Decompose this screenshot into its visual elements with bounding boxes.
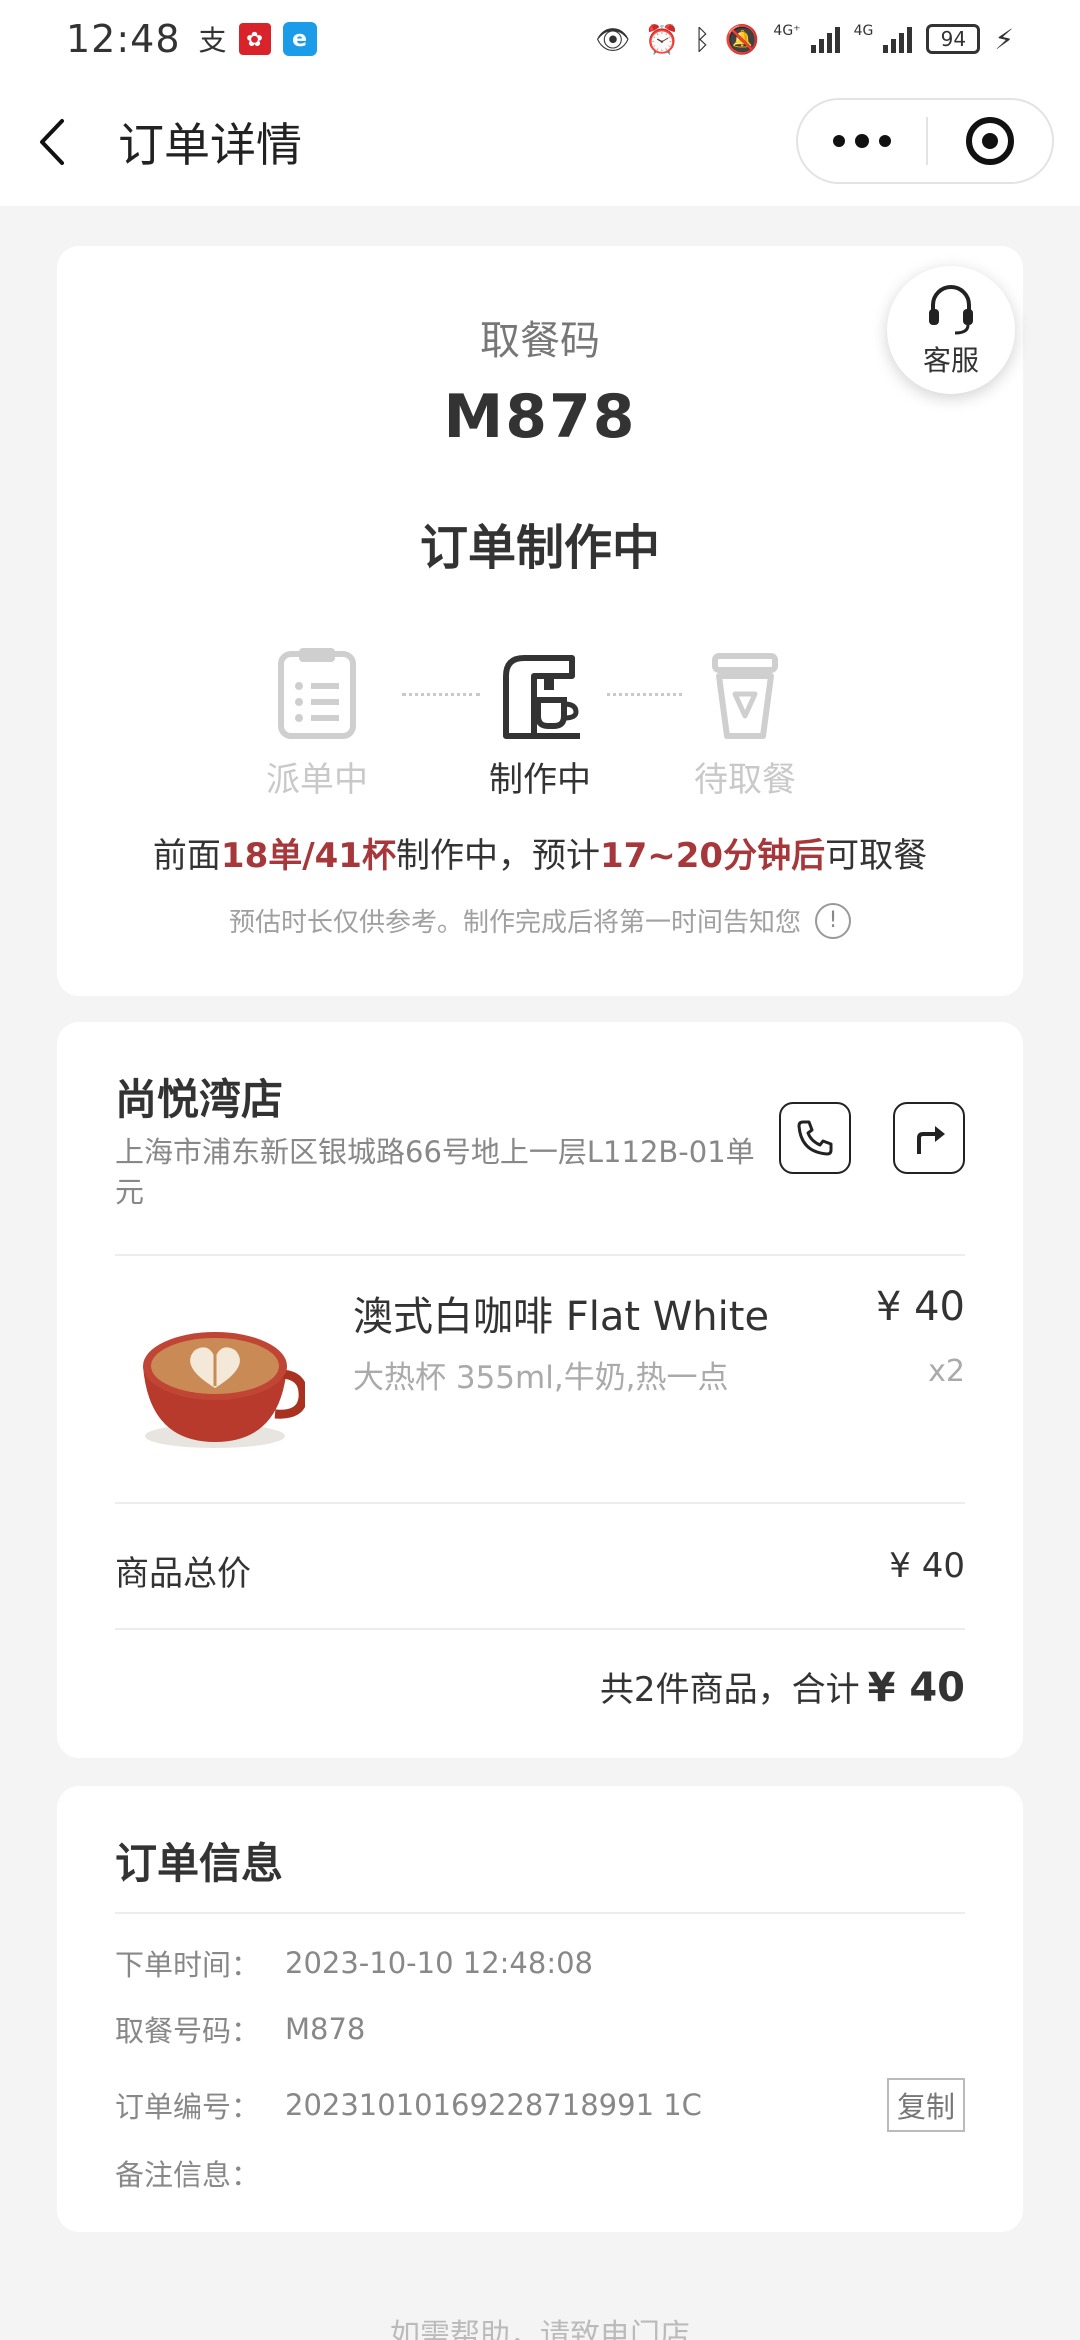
subtotal-label: 商品总价 — [115, 1554, 251, 1594]
customer-service-button[interactable]: 客服 — [887, 266, 1015, 394]
estimate-note: 预估时长仅供参考。制作完成后将第一时间告知您 ! — [57, 902, 1023, 939]
step-label: 制作中 — [489, 760, 591, 800]
charging-icon: ⚡ — [994, 22, 1014, 56]
navigate-button[interactable] — [893, 1102, 965, 1174]
alarm-icon: ⏰ — [644, 22, 680, 56]
customer-service-label: 客服 — [922, 344, 979, 377]
estimate-note-text: 预估时长仅供参考。制作完成后将第一时间告知您 — [228, 908, 801, 938]
close-miniprogram-button[interactable] — [928, 117, 1052, 165]
queue-suffix: 可取餐 — [825, 836, 928, 876]
info-icon[interactable]: ! — [815, 902, 851, 939]
signal-icon — [810, 25, 840, 53]
row-label: 订单编号： — [115, 2090, 261, 2124]
divider — [115, 1502, 965, 1504]
row-label: 备注信息： — [115, 2158, 261, 2192]
page-title: 订单详情 — [118, 118, 302, 172]
order-time-row: 下单时间： 2023-10-10 12:48:08 — [115, 1942, 965, 1984]
phone-icon — [797, 1120, 833, 1156]
order-info-card: 订单信息 下单时间： 2023-10-10 12:48:08 取餐号码： M87… — [57, 1786, 1023, 2232]
total-line: 共2件商品，合计 ¥ 40 — [600, 1662, 965, 1711]
row-value: 20231010169228718991 1C — [285, 2088, 702, 2122]
more-dot-icon — [855, 134, 869, 148]
more-button[interactable] — [798, 100, 926, 182]
pickup-code: M878 — [443, 382, 637, 452]
app-red-icon: ✿ — [238, 23, 271, 55]
store-address: 上海市浦东新区银城路66号地上一层L112B-01单元 — [115, 1135, 755, 1209]
product-image — [143, 1332, 305, 1448]
product-spec: 大热杯 355ml,牛奶,热一点 — [353, 1360, 729, 1396]
step-label: 派单中 — [266, 760, 368, 800]
row-value: M878 — [285, 2012, 366, 2046]
queue-info: 前面18单/41杯制作中，预计17~20分钟后可取餐 — [57, 828, 1023, 877]
product-name: 澳式白咖啡 Flat White — [353, 1294, 770, 1340]
product-price: ¥ 40 — [875, 1284, 965, 1330]
product-quantity: x2 — [928, 1354, 965, 1389]
divider — [115, 1628, 965, 1630]
step-dispatching: 派单中 — [237, 646, 397, 801]
battery-icon: 94 — [926, 24, 981, 54]
network-label-1: 4G⁺ — [773, 22, 801, 39]
eye-icon: 👁 — [595, 22, 631, 56]
more-dot-icon — [879, 135, 891, 147]
queue-middle: 制作中，预计 — [395, 836, 600, 876]
pickup-number-row: 取餐号码： M878 — [115, 2008, 965, 2050]
mini-program-capsule — [796, 98, 1054, 184]
step-ready: 待取餐 — [665, 646, 825, 801]
remark-row: 备注信息： — [115, 2152, 965, 2194]
cup-icon — [712, 653, 778, 739]
row-label: 取餐号码： — [115, 2014, 261, 2048]
store-card: 尚悦湾店 上海市浦东新区银城路66号地上一层L112B-01单元 澳式白咖啡 F… — [57, 1022, 1023, 1758]
status-time: 12:48 — [66, 17, 181, 61]
app-blue-icon: e — [282, 22, 317, 56]
status-bar: 12:48 支 ✿ e 👁 ⏰ ᛒ 🔕 4G⁺ 4G 94 ⚡ — [0, 0, 1080, 78]
row-value: 2023-10-10 12:48:08 — [285, 1946, 593, 1980]
step-label: 待取餐 — [694, 760, 796, 800]
store-name: 尚悦湾店 — [115, 1075, 284, 1124]
queue-eta: 17~20分钟后 — [599, 836, 826, 876]
copy-button[interactable]: 复制 — [886, 2078, 965, 2132]
total-text: 共2件商品，合计 — [599, 1670, 860, 1710]
back-button[interactable] — [38, 112, 78, 172]
pickup-code-label: 取餐码 — [480, 318, 600, 364]
target-icon — [966, 117, 1014, 165]
total-amount: ¥ 40 — [867, 1665, 965, 1711]
directions-icon — [917, 1126, 945, 1154]
nav-header: 订单详情 — [0, 78, 1080, 206]
pickup-card: 取餐码 M878 订单制作中 客服 派单中 制作中 待取餐 前面18单/41杯制… — [57, 246, 1023, 996]
order-number-row: 订单编号： 20231010169228718991 1C 复制 — [115, 2078, 965, 2132]
divider — [115, 1254, 965, 1256]
queue-prefix: 前面 — [152, 836, 221, 876]
signal-icon-2 — [883, 25, 913, 53]
step-making: 制作中 — [460, 646, 620, 801]
order-info-title: 订单信息 — [115, 1839, 284, 1888]
more-dot-icon — [833, 135, 845, 147]
help-footer[interactable]: 如需帮助，请致电门店 — [0, 2310, 1080, 2340]
alipay-icon: 支 — [198, 24, 227, 57]
call-store-button[interactable] — [779, 1102, 851, 1174]
row-label: 下单时间： — [115, 1948, 261, 1982]
coffee-machine-icon — [503, 655, 580, 739]
chevron-left-icon — [40, 119, 64, 165]
subtotal-value: ¥ 40 — [889, 1546, 965, 1586]
order-list-icon — [278, 648, 356, 739]
notification-icons: 支 ✿ e — [199, 19, 317, 59]
status-right: 👁 ⏰ ᛒ 🔕 4G⁺ 4G 94 ⚡ — [595, 23, 1014, 56]
queue-orders: 18单/41杯 — [220, 836, 396, 876]
network-label-2: 4G — [853, 22, 874, 39]
mute-icon: 🔕 — [724, 22, 760, 56]
bluetooth-icon: ᛒ — [693, 22, 711, 56]
divider — [115, 1912, 965, 1914]
headset-icon — [929, 285, 973, 335]
order-status: 订单制作中 — [419, 520, 660, 576]
